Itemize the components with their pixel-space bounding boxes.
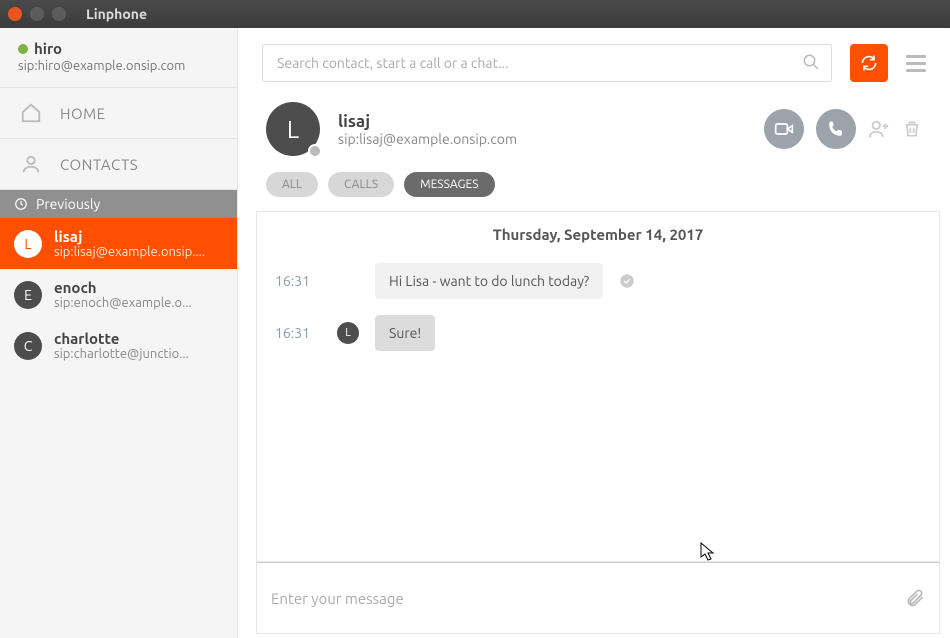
home-icon [20, 102, 42, 124]
window-title: Linphone [86, 6, 147, 22]
delivered-check-icon [619, 273, 635, 289]
section-previously-label: Previously [36, 196, 100, 212]
tab-all[interactable]: ALL [266, 172, 318, 197]
topbar [238, 28, 950, 98]
message-bubble: Hi Lisa - want to do lunch today? [375, 263, 603, 299]
messages-date-header: Thursday, September 14, 2017 [275, 226, 921, 243]
main-panel: L lisaj sip:lisaj@example.onsip.com ALL … [238, 28, 950, 638]
message-bubble: Sure! [375, 315, 435, 351]
window-close-button[interactable] [8, 7, 22, 21]
contacts-icon [20, 153, 42, 175]
contact-sip: sip:charlotte@junctio... [54, 347, 189, 361]
window-minimize-button[interactable] [30, 7, 44, 21]
add-contact-icon[interactable] [868, 118, 890, 140]
message-composer [256, 562, 940, 634]
window-titlebar: Linphone [0, 0, 950, 28]
message-avatar: L [337, 322, 359, 344]
tab-calls[interactable]: CALLS [328, 172, 394, 197]
nav-home[interactable]: HOME [0, 87, 237, 139]
current-user-name: hiro [34, 40, 62, 57]
audio-call-button[interactable] [816, 109, 856, 149]
avatar: L [14, 230, 42, 258]
search-icon [802, 53, 820, 71]
status-dot-icon [308, 144, 322, 158]
message-time: 16:31 [275, 325, 321, 341]
message-avatar-spacer [337, 270, 359, 292]
contact-row-charlotte[interactable]: C charlotte sip:charlotte@junctio... [0, 320, 237, 371]
nav-contacts-label: CONTACTS [60, 156, 138, 173]
chat-contact-sip: sip:lisaj@example.onsip.com [338, 131, 517, 147]
messages-area[interactable]: Thursday, September 14, 2017 16:31 Hi Li… [256, 211, 940, 562]
contact-row-enoch[interactable]: E enoch sip:enoch@example.o... [0, 269, 237, 320]
search-input[interactable] [262, 44, 832, 82]
video-call-button[interactable] [764, 109, 804, 149]
contact-sip: sip:lisaj@example.onsip.... [54, 245, 205, 259]
message-input[interactable] [271, 563, 905, 633]
contact-row-lisaj[interactable]: L lisaj sip:lisaj@example.onsip.... [0, 218, 237, 269]
nav-contacts[interactable]: CONTACTS [0, 139, 237, 190]
tab-messages[interactable]: MESSAGES [404, 172, 494, 197]
chat-tabs: ALL CALLS MESSAGES [238, 172, 950, 211]
message-row: 16:31 L Sure! [275, 315, 921, 351]
current-user-block[interactable]: hiro sip:hiro@example.onsip.com [0, 28, 237, 87]
video-icon [774, 119, 794, 139]
contact-name: charlotte [54, 330, 189, 347]
window-maximize-button[interactable] [52, 7, 66, 21]
contact-name: enoch [54, 279, 192, 296]
sync-button[interactable] [850, 44, 888, 82]
section-previously[interactable]: Previously [0, 190, 237, 218]
menu-button[interactable] [906, 55, 926, 72]
presence-indicator-icon [18, 44, 28, 54]
paperclip-icon[interactable] [905, 587, 925, 609]
nav-home-label: HOME [60, 105, 106, 122]
chat-contact-name: lisaj [338, 112, 517, 131]
clock-icon [14, 197, 28, 211]
chat-header: L lisaj sip:lisaj@example.onsip.com [238, 98, 950, 172]
avatar: C [14, 332, 42, 360]
avatar: E [14, 281, 42, 309]
contact-sip: sip:enoch@example.o... [54, 296, 192, 310]
phone-icon [827, 120, 845, 138]
message-time: 16:31 [275, 273, 321, 289]
current-user-sip: sip:hiro@example.onsip.com [18, 59, 219, 73]
mouse-cursor-icon [700, 542, 716, 562]
message-row: 16:31 Hi Lisa - want to do lunch today? [275, 263, 921, 299]
chat-avatar: L [266, 102, 320, 156]
chat-avatar-initial: L [287, 116, 299, 143]
contact-name: lisaj [54, 228, 205, 245]
trash-icon[interactable] [902, 119, 922, 139]
sync-icon [859, 53, 879, 73]
sidebar: hiro sip:hiro@example.onsip.com HOME CON… [0, 28, 238, 638]
